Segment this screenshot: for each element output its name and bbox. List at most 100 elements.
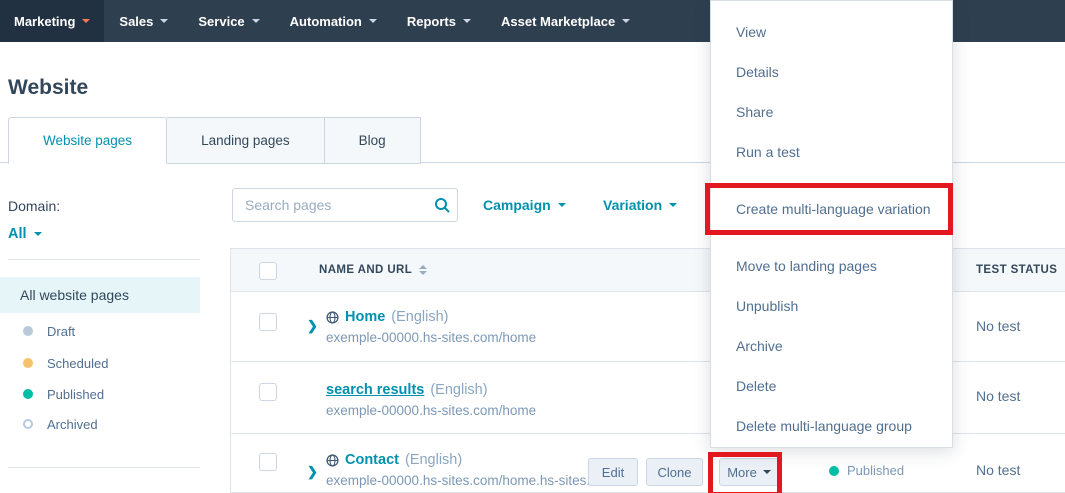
menu-item-delete-multi-language-group[interactable]: Delete multi-language group — [711, 406, 952, 446]
menu-item-archive[interactable]: Archive — [711, 326, 952, 366]
chevron-down-icon — [622, 19, 631, 23]
test-status-value: No test — [976, 462, 1021, 478]
menu-item-unpublish[interactable]: Unpublish — [711, 286, 952, 326]
nav-item-sales[interactable]: Sales — [104, 0, 183, 42]
nav-item-label: Sales — [119, 13, 154, 29]
scheduled-status-dot-icon — [23, 358, 33, 368]
chevron-down-icon — [463, 19, 471, 23]
sidebar-item-scheduled[interactable]: Scheduled — [0, 354, 200, 372]
nav-item-label: Service — [198, 13, 245, 29]
nav-item-label: Asset Marketplace — [501, 13, 616, 29]
more-button[interactable]: More — [719, 458, 779, 486]
search-icon[interactable] — [434, 197, 451, 214]
select-all-checkbox[interactable] — [259, 262, 277, 280]
nav-item-service[interactable]: Service — [183, 0, 274, 42]
page-url: exemple-00000.hs-sites.com/home.hs-sites… — [326, 473, 597, 488]
nav-item-label: Marketing — [14, 13, 76, 29]
menu-item-move-to-landing-pages[interactable]: Move to landing pages — [711, 246, 952, 286]
column-header-name-and-url[interactable]: NAME AND URL — [319, 264, 428, 276]
domain-select-value: All — [8, 226, 27, 242]
sidebar-item-archived[interactable]: Archived — [0, 415, 200, 433]
globe-icon — [326, 310, 339, 324]
nav-item-automation[interactable]: Automation — [275, 0, 392, 42]
page-language: (English) — [404, 452, 463, 468]
tab-blog[interactable]: Blog — [324, 117, 421, 164]
menu-item-view[interactable]: View — [711, 12, 952, 52]
page-name-link[interactable]: Home — [345, 307, 385, 327]
variation-filter-label: Variation — [603, 197, 663, 213]
row-checkbox[interactable] — [259, 453, 277, 471]
chevron-down-icon — [160, 19, 169, 23]
page-language: (English) — [430, 382, 488, 398]
row-checkbox[interactable] — [259, 313, 277, 331]
chevron-down-icon — [368, 19, 377, 23]
page-name-cell: search results (English) exemple-00000.h… — [326, 380, 536, 421]
sidebar-item-label: All website pages — [20, 287, 129, 303]
row-checkbox[interactable] — [259, 383, 277, 401]
nav-item-label: Reports — [406, 13, 456, 29]
menu-item-create-multi-language-variation[interactable]: Create multi-language variation — [711, 189, 952, 229]
page-url: exemple-00000.hs-sites.com/home — [326, 330, 537, 345]
more-actions-menu: View Details Share Run a test Create mul… — [710, 0, 953, 448]
tab-landing-pages[interactable]: Landing pages — [167, 117, 325, 164]
menu-item-run-a-test[interactable]: Run a test — [711, 132, 952, 172]
page-name-link[interactable]: search results — [326, 380, 424, 400]
chevron-down-icon — [251, 19, 260, 23]
nav-item-asset-marketplace[interactable]: Asset Marketplace — [486, 0, 645, 42]
sidebar-divider — [8, 467, 200, 468]
expand-chevron-icon[interactable]: ❯ — [307, 464, 318, 480]
page-url: exemple-00000.hs-sites.com/home — [326, 403, 537, 418]
published-status-dot-icon — [829, 465, 839, 476]
menu-item-details[interactable]: Details — [711, 52, 952, 92]
chevron-down-icon — [669, 203, 678, 207]
page-title: Website — [8, 76, 89, 99]
nav-item-reports[interactable]: Reports — [392, 0, 486, 42]
page-language: (English) — [391, 309, 449, 325]
sort-icon[interactable] — [419, 265, 428, 275]
chevron-down-icon — [762, 470, 771, 474]
website-pages-screen: Marketing Sales Service Automation Repor… — [0, 0, 1065, 493]
status-label: Scheduled — [47, 355, 109, 371]
domain-label: Domain: — [8, 198, 61, 214]
nav-item-marketing[interactable]: Marketing — [0, 0, 105, 42]
sidebar-item-published[interactable]: Published — [0, 385, 200, 403]
clone-button[interactable]: Clone — [646, 458, 703, 486]
domain-select[interactable]: All — [8, 226, 42, 242]
column-header-test-status: TEST STATUS — [976, 264, 1058, 276]
draft-status-dot-icon — [23, 326, 33, 336]
sidebar-divider — [8, 259, 200, 260]
published-status-dot-icon — [23, 389, 33, 399]
status-label: Published — [47, 386, 105, 402]
search-box — [232, 188, 458, 222]
chevron-down-icon — [557, 203, 566, 207]
archived-status-dot-icon — [23, 419, 33, 429]
sidebar-item-all-website-pages[interactable]: All website pages — [0, 277, 200, 313]
nav-item-label: Automation — [289, 13, 362, 29]
expand-chevron-icon[interactable]: ❯ — [307, 318, 318, 334]
edit-button[interactable]: Edit — [588, 458, 638, 486]
column-header-label: NAME AND URL — [319, 264, 413, 276]
page-name-cell: Home (English) exemple-00000.hs-sites.co… — [326, 307, 536, 348]
page-name-link[interactable]: Contact — [345, 450, 399, 470]
menu-item-delete[interactable]: Delete — [711, 366, 952, 406]
variation-filter-dropdown[interactable]: Variation — [603, 197, 678, 213]
search-input[interactable] — [233, 197, 434, 213]
status-label: Archived — [47, 416, 98, 432]
menu-item-share[interactable]: Share — [711, 92, 952, 132]
more-button-label: More — [727, 464, 757, 480]
chevron-down-icon — [33, 232, 42, 236]
publish-status-label: Published — [847, 463, 905, 478]
sidebar-item-draft[interactable]: Draft — [0, 322, 200, 340]
campaign-filter-label: Campaign — [483, 197, 551, 213]
sidebar: Domain: All All website pages Draft Sche… — [0, 180, 200, 493]
chevron-down-icon — [82, 19, 91, 23]
test-status-value: No test — [976, 388, 1021, 404]
tab-bar: Website pages Landing pages Blog — [8, 117, 421, 164]
page-name-cell: Contact (English) exemple-00000.hs-sites… — [326, 450, 597, 491]
publish-status-badge: Published — [829, 463, 904, 478]
test-status-value: No test — [976, 318, 1021, 334]
globe-icon — [326, 453, 339, 467]
status-label: Draft — [47, 323, 76, 339]
tab-website-pages[interactable]: Website pages — [8, 117, 168, 164]
campaign-filter-dropdown[interactable]: Campaign — [483, 197, 566, 213]
